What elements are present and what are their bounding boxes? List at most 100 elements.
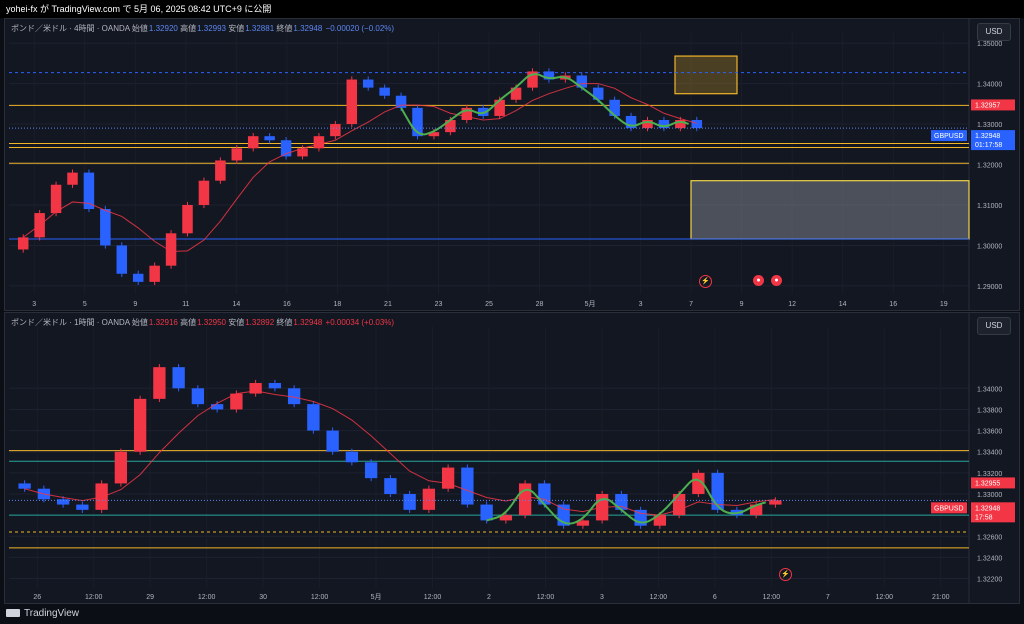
footer-brand: TradingView [24,608,80,619]
y-tick-label: 1.33000 [977,122,1002,129]
y-tick-label: 1.30000 [977,243,1002,250]
legend-low: 1.32892 [245,318,275,327]
candle-body [403,493,416,510]
legend-1h: ポンド／米ドル · 1時間 · OANDA 始値1.32916 高値1.3295… [11,317,394,328]
candle-body [172,367,185,389]
candle-body [672,493,686,516]
x-tick-label: 29 [146,594,154,601]
y-tick-label: 1.34000 [977,82,1002,89]
candle-body [100,209,111,246]
chart-pane-1h[interactable]: 1.34000 1.33800 1.33600 1.33400 1.33200 1.330… [4,312,1020,604]
y-tick-label: 1.33800 [977,407,1002,414]
x-tick-label: 16 [889,301,897,308]
candle-body [326,430,339,452]
candle-body [247,136,259,149]
chart-pane-4h[interactable]: 1.35000 1.34000 1.33000 1.32000 1.31000 1.300… [4,18,1020,311]
footer-bar: TradingView [0,604,1024,624]
supply-demand-zone [690,180,970,240]
y-tick-label: 1.32200 [977,577,1002,584]
candle-body [67,172,78,185]
level-price-tag: 1.32955 [975,480,1000,487]
chart-4h-canvas[interactable]: 1.35000 1.34000 1.33000 1.32000 1.31000 1.300… [5,19,1019,310]
publish-info-bar: yohei-fx が TradingView.com で 5月 06, 2025… [0,0,1024,18]
legend-low-label: 安値 [228,318,245,327]
x-tick-label: 7 [689,301,693,308]
candle-body [114,451,128,484]
x-tick-label: 12:00 [537,594,555,601]
us-flag-icon[interactable]: ● [753,275,764,286]
x-tick-label: 3 [32,301,36,308]
tradingview-logo-icon [6,609,20,618]
x-tick-label: 14 [839,301,847,308]
event-lightning-icon[interactable]: ⚡ [779,568,792,581]
candle-body [231,148,243,161]
candle-body [132,273,144,282]
supply-demand-zone [674,55,738,95]
candle-body [395,95,407,108]
candle-body [691,120,703,129]
candle-body [307,404,320,431]
candle-body [384,478,397,494]
y-tick-label: 1.33200 [977,471,1002,478]
candle-body [480,504,493,521]
legend-open-label: 始値 [131,318,148,327]
x-tick-label: 6 [713,594,717,601]
x-tick-label: 16 [283,301,291,308]
candle-body [330,124,341,137]
candle-body [215,160,226,181]
x-tick-label: 12:00 [85,594,103,601]
x-tick-label: 12:00 [311,594,329,601]
legend-change: +0.00034 (+0.03%) [325,318,395,327]
x-tick-label: 9 [740,301,744,308]
legend-open-label: 始値 [131,24,148,33]
y-tick-label: 1.32400 [977,555,1002,562]
candle-body [518,483,532,516]
candle-body [379,87,390,96]
x-tick-label: 5 [83,301,87,308]
x-tick-label: 26 [33,594,41,601]
candle-body [346,79,358,125]
chart-1h-canvas[interactable]: 1.34000 1.33800 1.33600 1.33400 1.33200 1.330… [5,313,1019,603]
x-tick-label: 30 [259,594,267,601]
x-tick-label: 21:00 [932,594,950,601]
candle-body [18,483,31,489]
candle-body [76,504,89,510]
x-tick-label: 19 [940,301,948,308]
x-tick-label: 12:00 [198,594,216,601]
legend-close: 1.32948 [293,318,323,327]
legend-low: 1.32881 [245,24,275,33]
x-tick-label: 23 [435,301,443,308]
currency-button[interactable]: USD [977,23,1011,41]
legend-change: −0.00020 (−0.02%) [325,24,395,33]
candle-body [345,451,359,463]
candle-body [313,136,325,149]
legend-high: 1.32993 [197,24,226,33]
y-tick-label: 1.34000 [977,386,1002,393]
candle-body [441,467,455,489]
candle-body [133,398,147,452]
x-tick-label: 3 [600,594,604,601]
currency-button[interactable]: USD [977,317,1011,335]
legend-open: 1.32916 [148,318,178,327]
candle-body [769,500,782,505]
legend-open: 1.32920 [148,24,178,33]
candle-body [362,79,374,88]
candle-body [210,404,224,410]
candle-body [461,467,474,505]
x-tick-label: 21 [384,301,392,308]
y-tick-label: 1.32600 [977,534,1002,541]
x-tick-label: 12 [788,301,796,308]
candle-body [149,265,160,282]
y-tick-label: 1.29000 [977,284,1002,291]
legend-close: 1.32948 [293,24,323,33]
candle-body [50,184,62,214]
event-lightning-icon[interactable]: ⚡ [699,275,712,288]
x-tick-label: 3 [639,301,643,308]
x-tick-label: 7 [826,594,830,601]
x-tick-label: 12:00 [424,594,442,601]
x-tick-label: 2 [487,594,491,601]
y-tick-label: 1.32000 [977,163,1002,170]
candle-body [268,383,282,389]
legend-close-label: 終値 [276,318,293,327]
uk-flag-icon[interactable]: ● [771,275,782,286]
